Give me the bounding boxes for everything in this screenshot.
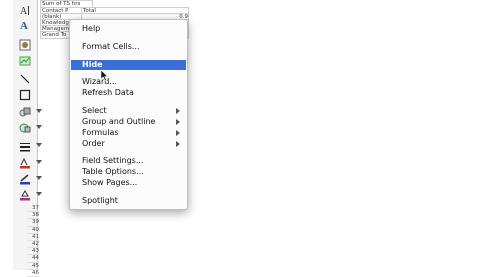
row-number[interactable]: 42 xyxy=(27,241,39,249)
row-number[interactable]: 40 xyxy=(27,227,39,234)
menu-item-label: Field Settings... xyxy=(82,156,144,165)
context-menu: Help Format Cells... Hide Wizard... Refr… xyxy=(69,19,188,210)
row-number[interactable]: 41 xyxy=(27,234,39,241)
menu-item-label: Table Options... xyxy=(82,167,144,176)
row-number[interactable]: 37 xyxy=(27,205,39,213)
row-number[interactable]: 45 xyxy=(27,263,39,270)
menu-item-label: Order xyxy=(82,139,105,148)
text-tool-icon[interactable]: A xyxy=(15,3,35,17)
row-number[interactable]: 38 xyxy=(27,212,39,220)
image-icon[interactable] xyxy=(15,38,35,52)
row-number[interactable]: 39 xyxy=(27,219,39,227)
menu-item-label: Hide xyxy=(82,60,103,69)
submenu-arrow-icon xyxy=(176,108,180,114)
menu-item-field-settings[interactable]: Field Settings... xyxy=(71,156,186,166)
row-number[interactable]: 46 xyxy=(27,270,39,277)
menu-item-order[interactable]: Order xyxy=(71,139,186,149)
menu-item-spotlight[interactable]: Spotlight xyxy=(71,196,186,206)
menu-item-hide[interactable]: Hide xyxy=(71,60,186,70)
fill-color-icon[interactable] xyxy=(15,188,42,202)
menu-item-table-options[interactable]: Table Options... xyxy=(71,167,186,177)
menu-item-label: Show Pages... xyxy=(82,178,138,187)
text-color-icon[interactable] xyxy=(15,156,42,170)
menu-item-label: Wizard... xyxy=(82,77,117,86)
menu-item-label: Format Cells... xyxy=(82,42,140,51)
text-style-icon[interactable]: A xyxy=(15,18,35,32)
submenu-arrow-icon xyxy=(176,130,180,136)
menu-item-group-and-outline[interactable]: Group and Outline xyxy=(71,117,186,127)
menu-item-wizard[interactable]: Wizard... xyxy=(71,77,186,87)
menu-item-select[interactable]: Select xyxy=(71,106,186,116)
menu-item-label: Formulas xyxy=(82,128,119,137)
submenu-arrow-icon xyxy=(176,119,180,125)
shapes-icon[interactable] xyxy=(15,105,42,119)
menu-item-show-pages[interactable]: Show Pages... xyxy=(71,178,186,188)
menu-item-help[interactable]: Help xyxy=(71,24,186,34)
rectangle-icon[interactable] xyxy=(15,88,35,102)
line-icon[interactable] xyxy=(15,72,35,86)
menu-item-label: Help xyxy=(82,24,101,33)
chart-icon[interactable] xyxy=(15,54,35,68)
line-color-icon[interactable] xyxy=(15,172,42,186)
menu-item-format-cells[interactable]: Format Cells... xyxy=(71,42,186,52)
row-number[interactable]: 43 xyxy=(27,248,39,256)
menu-item-label: Select xyxy=(82,106,107,115)
svg-text:A: A xyxy=(20,6,28,16)
menu-item-refresh-data[interactable]: Refresh Data xyxy=(71,88,186,98)
menu-item-label: Group and Outline xyxy=(82,117,156,126)
clip-art-icon[interactable] xyxy=(15,121,42,135)
menu-item-label: Spotlight xyxy=(82,196,118,205)
mouse-pointer-icon xyxy=(100,66,109,85)
svg-text:A: A xyxy=(20,20,28,31)
row-number[interactable]: 44 xyxy=(27,255,39,263)
line-style-icon[interactable] xyxy=(15,139,42,153)
submenu-arrow-icon xyxy=(176,141,180,147)
row-numbers: 37 38 39 40 41 42 43 44 45 46 xyxy=(27,205,39,277)
menu-item-label: Refresh Data xyxy=(82,88,134,97)
menu-item-formulas[interactable]: Formulas xyxy=(71,128,186,138)
